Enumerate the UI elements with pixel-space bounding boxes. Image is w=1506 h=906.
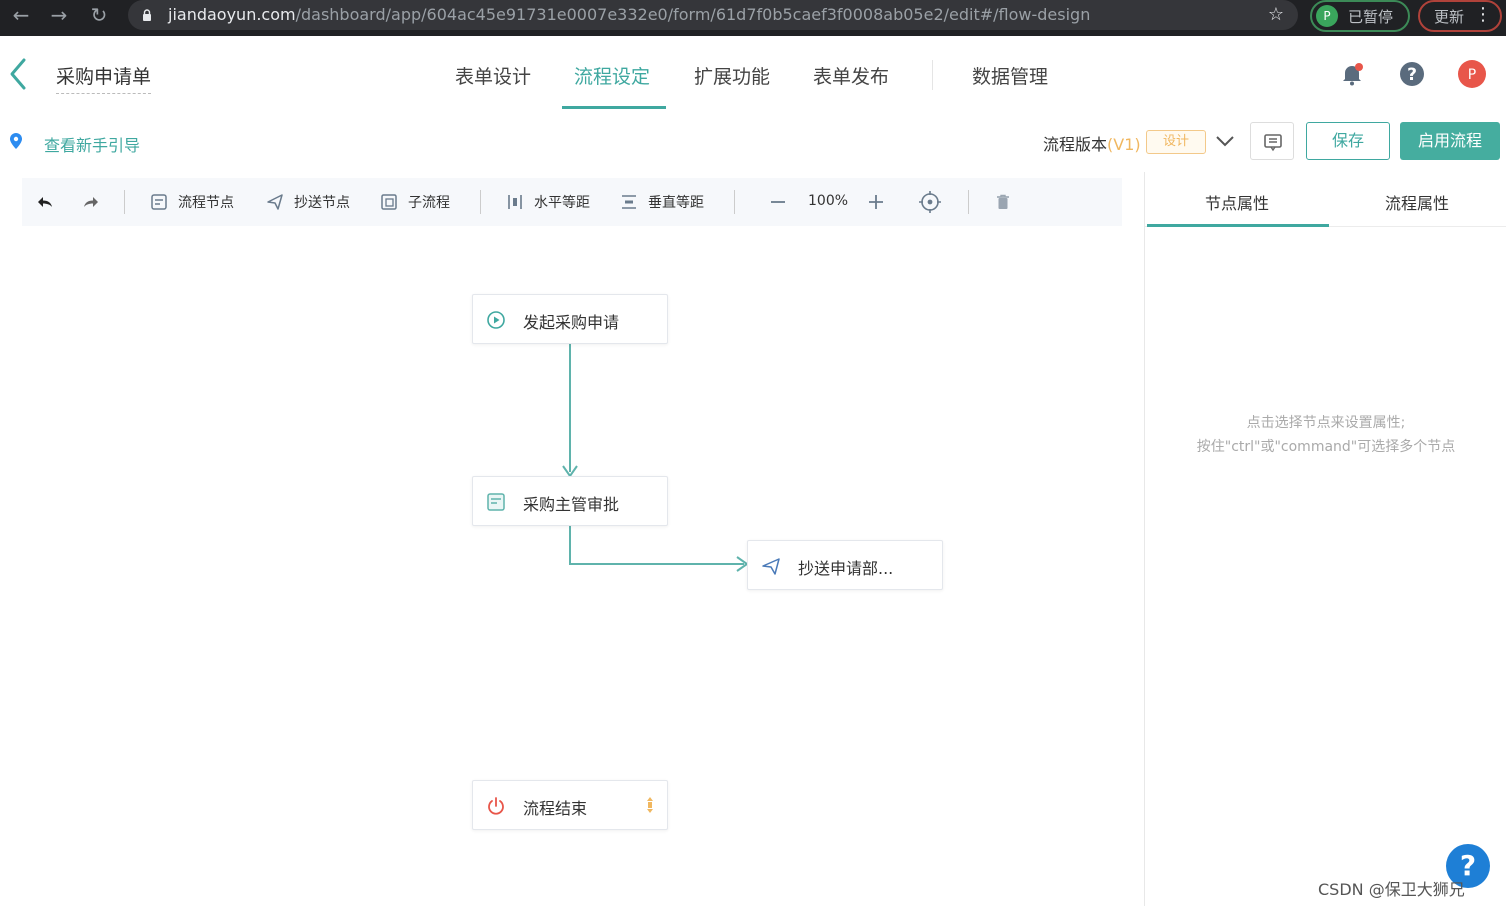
horizontal-spacing-label: 水平等距 xyxy=(534,195,590,211)
tab-form-design[interactable]: 表单设计 xyxy=(455,62,531,89)
drag-handle-icon[interactable] xyxy=(645,795,655,815)
profile-status: 已暂停 xyxy=(1348,8,1394,26)
plus-icon xyxy=(869,195,883,209)
update-button[interactable]: 更新 ⋮ xyxy=(1418,0,1502,32)
tab-form-publish[interactable]: 表单发布 xyxy=(813,62,889,89)
properties-panel: 节点属性 流程属性 点击选择节点来设置属性; 按住"ctrl"或"command… xyxy=(1144,172,1506,906)
back-arrow-icon[interactable] xyxy=(6,54,34,94)
empty-state-hint-line2: 按住"ctrl"或"command"可选择多个节点 xyxy=(1196,439,1456,455)
redo-icon xyxy=(84,197,98,207)
save-button[interactable]: 保存 xyxy=(1306,122,1390,160)
flow-node-approval[interactable]: 采购主管审批 xyxy=(472,476,668,526)
form-title[interactable]: 采购申请单 xyxy=(56,62,152,94)
active-panel-tab-indicator xyxy=(1147,224,1329,227)
cc-node-label: 抄送节点 xyxy=(294,195,350,211)
svg-text:?: ? xyxy=(1407,65,1417,85)
empty-state-hint-line1: 点击选择节点来设置属性; xyxy=(1246,415,1406,431)
toolbar-divider xyxy=(124,190,125,214)
flow-subbar: 查看新手引导 流程版本(V1) 设计 保存 启用流程 xyxy=(0,112,1506,172)
crosshair-icon xyxy=(919,191,941,213)
location-pin-icon xyxy=(10,133,22,149)
locate-center-button[interactable] xyxy=(918,190,952,214)
trash-icon xyxy=(997,194,1009,209)
power-icon xyxy=(488,797,504,815)
node-label: 采购主管审批 xyxy=(523,495,620,514)
flow-version-text: 流程版本 xyxy=(1043,135,1108,154)
app-header: 采购申请单 表单设计 流程设定 扩展功能 表单发布 数据管理 ? P xyxy=(0,36,1506,112)
undo-icon xyxy=(38,197,52,207)
watermark: CSDN @保卫大狮兄 xyxy=(1318,880,1465,899)
browser-forward-icon[interactable]: → xyxy=(44,0,74,30)
send-plane-icon xyxy=(762,558,780,575)
design-status-badge: 设计 xyxy=(1146,130,1206,154)
minus-icon xyxy=(771,201,785,203)
url-host: jiandaoyun.com xyxy=(168,5,296,24)
user-avatar[interactable]: P xyxy=(1458,60,1486,88)
node-label: 发起采购申请 xyxy=(523,313,620,332)
flow-node-end[interactable]: 流程结束 xyxy=(472,780,668,830)
redo-button[interactable] xyxy=(82,190,110,214)
browser-back-icon[interactable]: ← xyxy=(6,0,36,30)
tab-data-management[interactable]: 数据管理 xyxy=(972,62,1048,89)
active-tab-indicator xyxy=(562,106,666,109)
toolbar-divider xyxy=(968,190,969,214)
delete-button[interactable] xyxy=(994,190,1022,214)
tab-node-properties[interactable]: 节点属性 xyxy=(1205,190,1269,214)
profile-chip[interactable]: P 已暂停 xyxy=(1310,0,1410,32)
flow-version-label: 流程版本(V1) xyxy=(1043,131,1141,155)
url-text: jiandaoyun.com/dashboard/app/604ac45e917… xyxy=(168,5,1090,24)
tab-divider xyxy=(932,60,933,90)
send-plane-icon xyxy=(267,194,283,210)
flow-canvas[interactable]: 发起采购申请 采购主管审批 抄送申请部... 流程结束 xyxy=(0,226,1144,906)
add-flow-node-button[interactable]: 流程节点 xyxy=(150,190,234,214)
message-icon xyxy=(1264,134,1282,152)
zoom-out-button[interactable] xyxy=(768,190,798,214)
profile-avatar: P xyxy=(1316,5,1338,27)
bookmark-star-icon[interactable]: ☆ xyxy=(1268,4,1284,25)
flow-node-cc[interactable]: 抄送申请部... xyxy=(747,540,943,590)
subflow-label: 子流程 xyxy=(408,195,450,211)
connector-approval-to-cc xyxy=(569,526,744,565)
notification-bell-icon[interactable] xyxy=(1338,60,1366,88)
zoom-level: 100% xyxy=(808,193,849,209)
toolbar-divider xyxy=(480,190,481,214)
vertical-spacing-label: 垂直等距 xyxy=(648,195,704,211)
flow-node-icon xyxy=(151,194,167,210)
help-icon[interactable]: ? xyxy=(1398,60,1426,88)
tab-flow-settings[interactable]: 流程设定 xyxy=(574,62,650,89)
horizontal-distribute-icon xyxy=(508,195,522,209)
chevron-down-icon[interactable] xyxy=(1214,130,1236,152)
flow-version-number: (V1) xyxy=(1107,135,1141,154)
toolbar-divider xyxy=(734,190,735,214)
horizontal-spacing-button[interactable]: 水平等距 xyxy=(506,190,590,214)
beginner-guide-link[interactable]: 查看新手引导 xyxy=(44,132,140,156)
play-circle-icon xyxy=(487,311,505,329)
browser-toolbar: ← → ↻ jiandaoyun.com/dashboard/app/604ac… xyxy=(0,0,1506,36)
lock-icon xyxy=(143,9,151,21)
url-path: /dashboard/app/604ac45e91731e0007e332e0/… xyxy=(295,5,1091,24)
svg-text:P: P xyxy=(1468,67,1476,83)
undo-button[interactable] xyxy=(36,190,64,214)
tab-flow-properties[interactable]: 流程属性 xyxy=(1385,190,1449,214)
more-vert-icon[interactable]: ⋮ xyxy=(1474,4,1492,25)
tab-extensions[interactable]: 扩展功能 xyxy=(694,62,770,89)
node-label: 抄送申请部... xyxy=(798,559,894,578)
node-label: 流程结束 xyxy=(523,799,588,818)
browser-reload-icon[interactable]: ↻ xyxy=(84,0,114,30)
enable-flow-button[interactable]: 启用流程 xyxy=(1400,122,1500,160)
vertical-distribute-icon xyxy=(622,195,636,209)
zoom-in-button[interactable] xyxy=(866,190,896,214)
add-cc-node-button[interactable]: 抄送节点 xyxy=(266,190,350,214)
subflow-icon xyxy=(381,194,397,210)
add-subflow-button[interactable]: 子流程 xyxy=(380,190,450,214)
flow-node-start[interactable]: 发起采购申请 xyxy=(472,294,668,344)
approval-form-icon xyxy=(487,493,505,511)
vertical-spacing-button[interactable]: 垂直等距 xyxy=(620,190,704,214)
flow-toolbar: 流程节点 抄送节点 子流程 水平等距 垂直等距 100% xyxy=(22,178,1122,226)
comment-button[interactable] xyxy=(1250,122,1294,160)
flow-node-label: 流程节点 xyxy=(178,195,234,211)
address-bar[interactable]: jiandaoyun.com/dashboard/app/604ac45e917… xyxy=(128,0,1298,30)
update-label: 更新 xyxy=(1434,8,1465,26)
